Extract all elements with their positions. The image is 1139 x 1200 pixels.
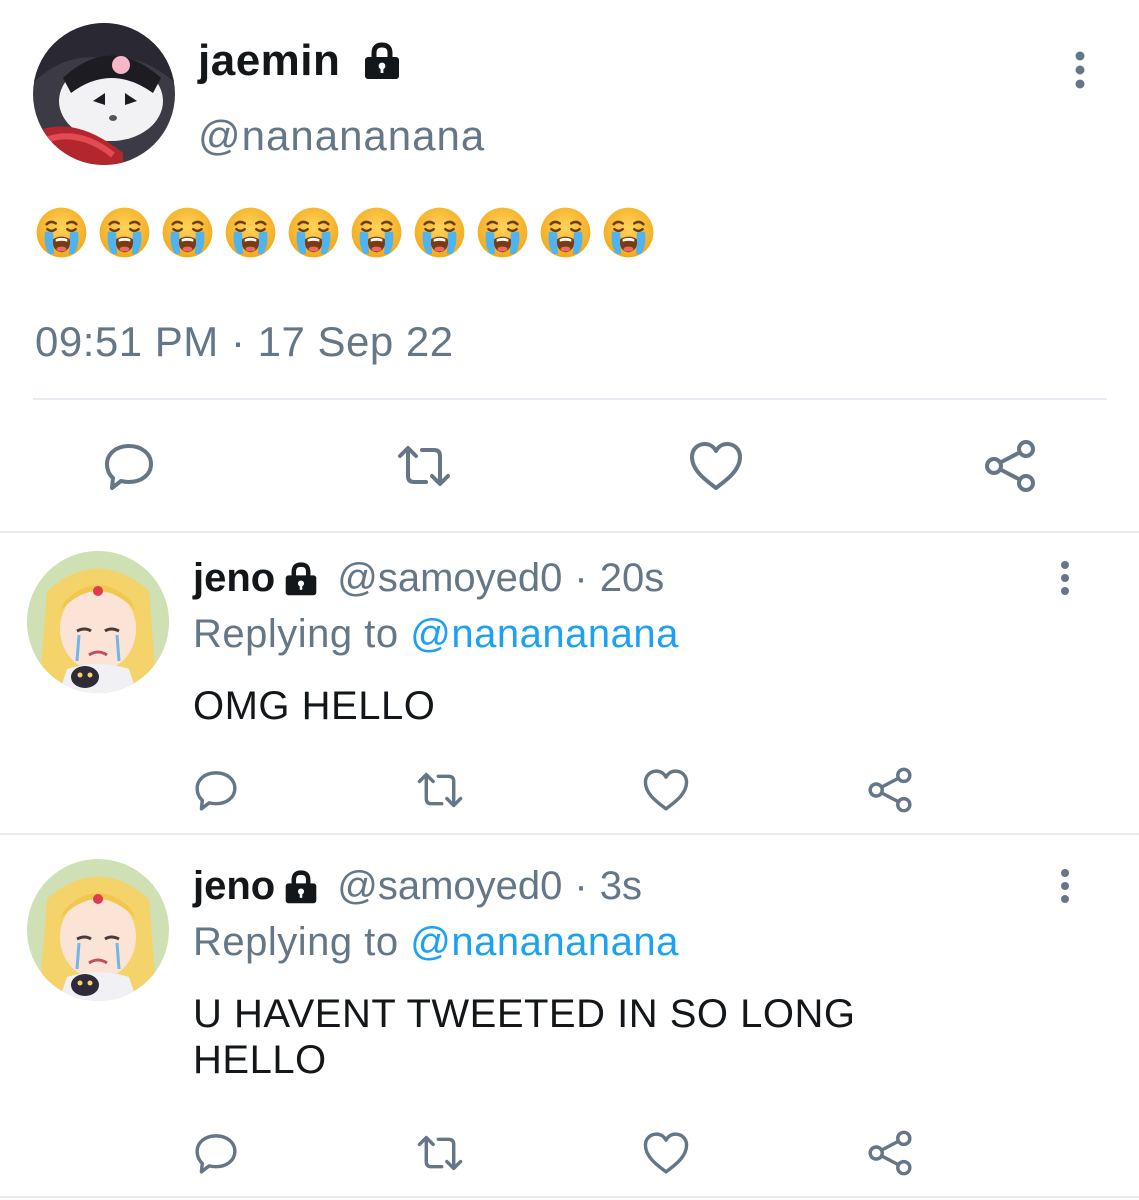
- crying-face-emoji: [539, 206, 592, 264]
- reply-text: U HAVENT TWEETED IN SO LONG HELLO: [193, 992, 856, 1082]
- more-options-icon[interactable]: [1048, 556, 1082, 600]
- avatar[interactable]: [33, 23, 175, 165]
- reply-header: jeno @samoyed0 · 3s: [193, 864, 642, 909]
- crying-face-emoji: [224, 206, 277, 264]
- share-button[interactable]: [864, 1127, 916, 1179]
- like-button[interactable]: [640, 764, 692, 816]
- divider: [0, 1196, 1139, 1198]
- crying-face-emoji: [602, 206, 655, 264]
- like-button[interactable]: [640, 1127, 692, 1179]
- handle[interactable]: @nanananana: [198, 112, 485, 160]
- reply-bubble-icon: [195, 771, 237, 811]
- tweet-text: [35, 206, 655, 264]
- more-options-icon[interactable]: [1048, 864, 1082, 908]
- reply-button[interactable]: [99, 436, 159, 496]
- avatar[interactable]: [27, 859, 169, 1001]
- lock-icon: [362, 41, 402, 81]
- replying-to-handle-link[interactable]: @nanananana: [410, 920, 679, 964]
- crying-face-emoji: [287, 206, 340, 264]
- handle[interactable]: @samoyed0: [337, 556, 562, 601]
- replying-to-handle-link[interactable]: @nanananana: [410, 612, 679, 656]
- crying-face-emoji: [35, 206, 88, 264]
- timestamp[interactable]: 09:51 PM · 17 Sep 22: [35, 318, 454, 366]
- reply-header: jeno @samoyed0 · 20s: [193, 556, 664, 601]
- crying-face-emoji: [476, 206, 529, 264]
- replying-to-label: Replying to: [193, 612, 399, 656]
- more-options-icon[interactable]: [1060, 48, 1100, 92]
- handle[interactable]: @samoyed0: [337, 864, 562, 909]
- divider: [33, 398, 1107, 400]
- retweet-icon: [417, 772, 463, 808]
- relative-time[interactable]: 3s: [600, 864, 642, 909]
- retweet-icon: [417, 1135, 463, 1171]
- retweet-button[interactable]: [414, 1127, 466, 1179]
- retweet-button[interactable]: [414, 764, 466, 816]
- reply-button[interactable]: [190, 1127, 242, 1179]
- lock-icon: [283, 561, 319, 597]
- reply-bubble-icon: [105, 444, 153, 490]
- heart-icon: [643, 769, 689, 811]
- lock-icon: [283, 869, 319, 905]
- like-button[interactable]: [686, 436, 746, 496]
- avatar[interactable]: [27, 551, 169, 693]
- display-name[interactable]: jeno: [193, 864, 275, 909]
- replying-to-label: Replying to: [193, 920, 399, 964]
- replying-to: Replying to @nanananana: [193, 612, 679, 657]
- crying-face-emoji: [350, 206, 403, 264]
- separator-dot: ·: [574, 864, 588, 908]
- share-button[interactable]: [980, 436, 1040, 496]
- crying-face-emoji: [98, 206, 151, 264]
- share-icon: [868, 767, 912, 813]
- heart-icon: [643, 1132, 689, 1174]
- heart-icon: [690, 442, 742, 490]
- share-icon: [985, 440, 1035, 492]
- divider: [0, 833, 1139, 835]
- reply-button[interactable]: [190, 764, 242, 816]
- reply-bubble-icon: [195, 1134, 237, 1174]
- reply-text: OMG HELLO: [193, 684, 436, 728]
- display-name[interactable]: jeno: [193, 556, 275, 601]
- retweet-button[interactable]: [394, 436, 454, 496]
- display-name[interactable]: jaemin: [198, 36, 402, 86]
- share-icon: [868, 1130, 912, 1176]
- crying-face-emoji: [161, 206, 214, 264]
- retweet-icon: [398, 446, 450, 486]
- separator-dot: ·: [574, 556, 588, 600]
- share-button[interactable]: [864, 764, 916, 816]
- relative-time[interactable]: 20s: [600, 556, 665, 601]
- divider: [0, 531, 1139, 533]
- crying-face-emoji: [413, 206, 466, 264]
- display-name-text[interactable]: jaemin: [198, 36, 340, 86]
- replying-to: Replying to @nanananana: [193, 920, 679, 965]
